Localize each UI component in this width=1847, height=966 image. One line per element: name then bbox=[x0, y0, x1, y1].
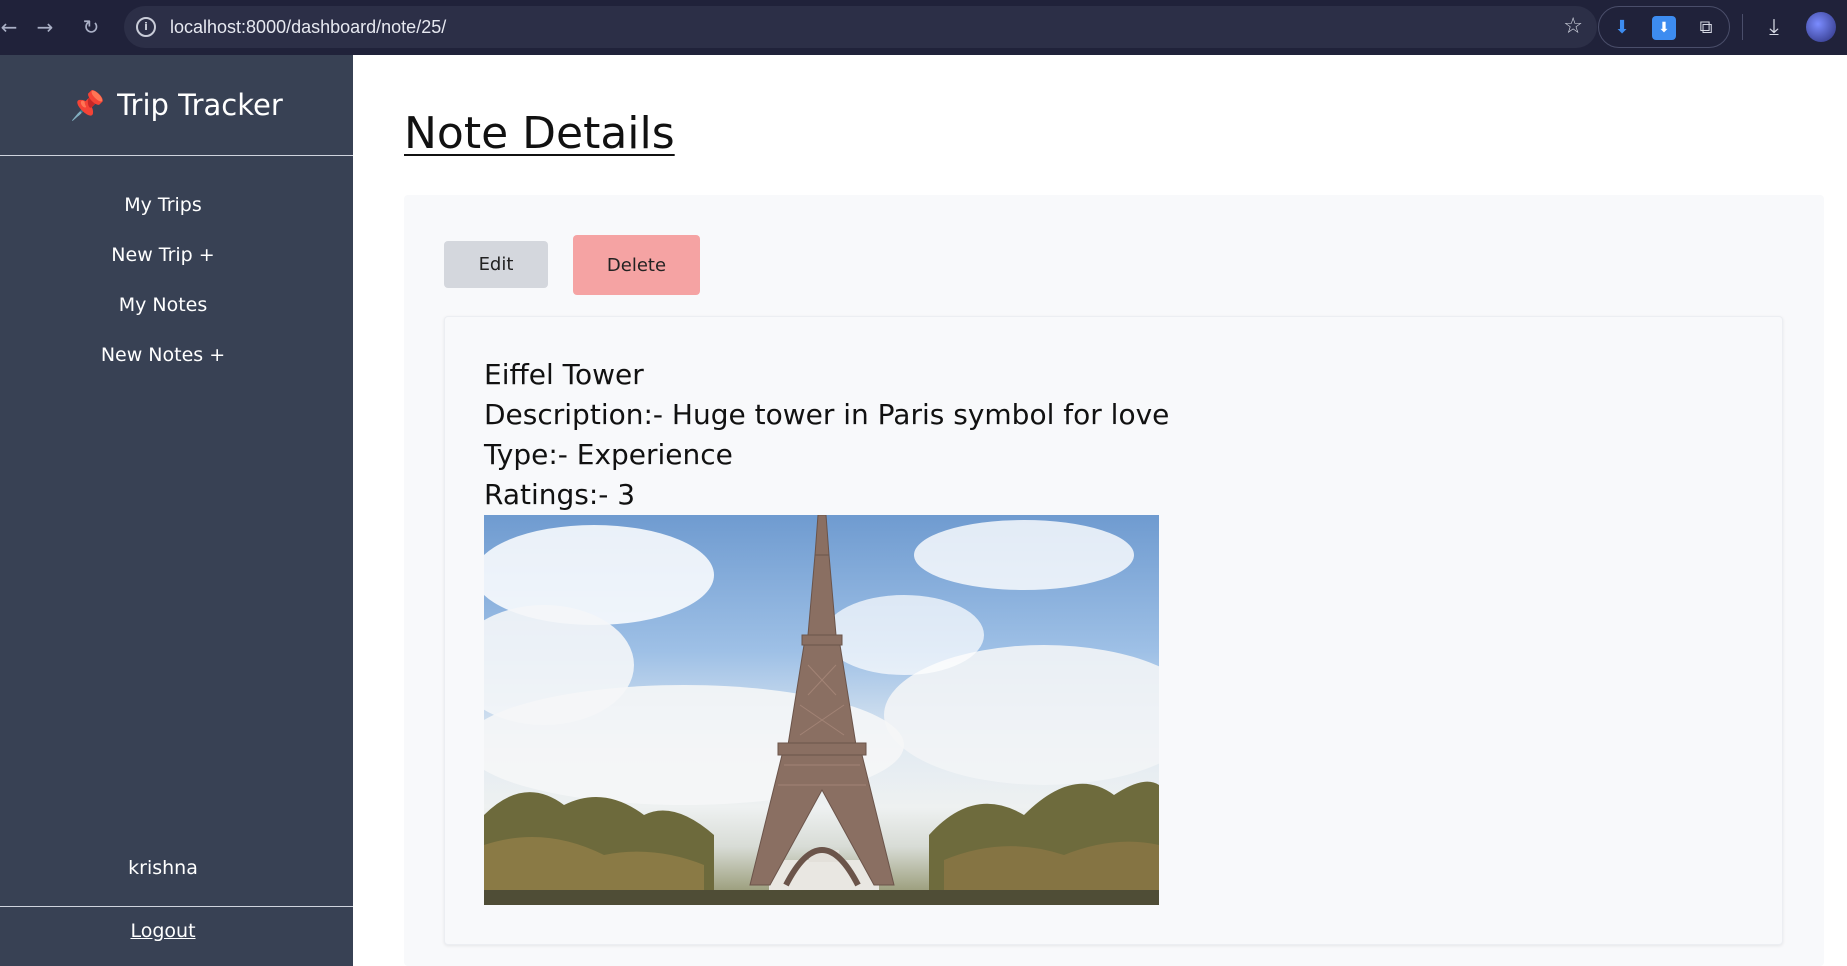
extensions-group: ⬇ ⬇ ⧉ bbox=[1598, 6, 1730, 48]
reload-icon[interactable]: ↻ bbox=[76, 12, 106, 42]
download-extension-icon[interactable]: ⬇ bbox=[1610, 16, 1634, 40]
download-manager-icon[interactable]: ⬇ bbox=[1652, 16, 1676, 40]
sidebar-item-my-trips[interactable]: My Trips bbox=[0, 180, 326, 230]
note-name: Eiffel Tower bbox=[484, 358, 644, 391]
brand[interactable]: 📌 Trip Tracker bbox=[0, 55, 353, 155]
site-info-icon[interactable]: i bbox=[136, 17, 156, 37]
eiffel-tower-image bbox=[484, 515, 1159, 905]
delete-button[interactable]: Delete bbox=[573, 235, 700, 295]
note-type: Type:- Experience bbox=[484, 438, 733, 471]
bookmark-star-icon[interactable]: ☆ bbox=[1563, 12, 1583, 42]
sidebar-item-my-notes[interactable]: My Notes bbox=[0, 280, 326, 330]
browser-toolbar: ← → ↻ i localhost:8000/dashboard/note/25… bbox=[0, 0, 1847, 55]
toolbar-divider bbox=[1742, 14, 1743, 40]
brand-divider bbox=[0, 155, 353, 156]
username: krishna bbox=[128, 857, 198, 879]
url-text[interactable]: localhost:8000/dashboard/note/25/ bbox=[170, 6, 446, 48]
note-photo bbox=[484, 515, 1159, 905]
logout-link[interactable]: Logout bbox=[0, 920, 326, 942]
note-description: Description:- Huge tower in Paris symbol… bbox=[484, 398, 1170, 431]
brand-title: Trip Tracker bbox=[117, 88, 283, 122]
page-title: Note Details bbox=[404, 108, 675, 159]
extensions-puzzle-icon[interactable]: ⧉ bbox=[1694, 16, 1718, 40]
forward-icon[interactable]: → bbox=[30, 12, 60, 42]
sidebar-menu: My Trips New Trip + My Notes New Notes + bbox=[0, 180, 326, 380]
address-bar[interactable]: i localhost:8000/dashboard/note/25/ ☆ bbox=[124, 6, 1597, 48]
user-divider bbox=[0, 906, 353, 907]
sidebar: 📌 Trip Tracker My Trips New Trip + My No… bbox=[0, 55, 353, 966]
downloads-icon[interactable]: ⤓ bbox=[1758, 12, 1790, 44]
back-icon[interactable]: ← bbox=[0, 12, 24, 42]
note-ratings: Ratings:- 3 bbox=[484, 478, 636, 511]
profile-avatar[interactable] bbox=[1806, 12, 1836, 42]
sidebar-item-new-trip[interactable]: New Trip + bbox=[0, 230, 326, 280]
edit-button[interactable]: Edit bbox=[444, 241, 548, 288]
pushpin-icon: 📌 bbox=[70, 88, 106, 122]
sidebar-item-new-notes[interactable]: New Notes + bbox=[0, 330, 326, 380]
